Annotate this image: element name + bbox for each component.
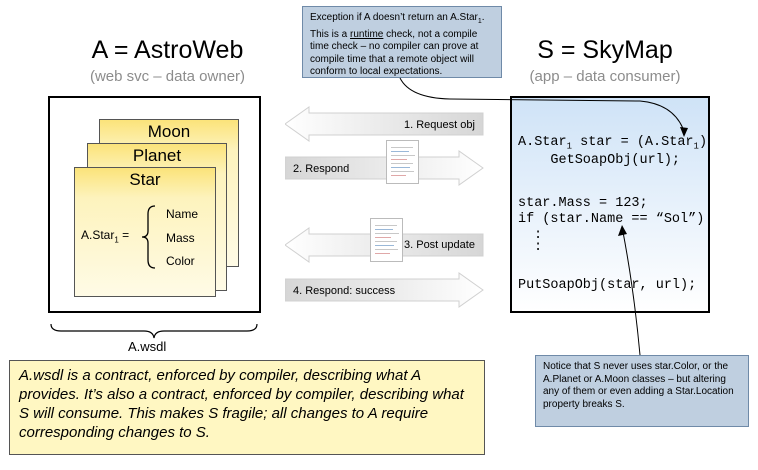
- code-line-2: GetSoapObj(url);: [518, 153, 681, 168]
- response-document-icon: [386, 140, 419, 184]
- post-update-arrow-label: 3. Post update: [404, 239, 475, 251]
- field-brace: [141, 205, 156, 269]
- success-arrow-label: 4. Respond: success: [293, 285, 396, 297]
- star-type-label: A.Star1 =: [81, 228, 130, 245]
- star-card-title: Star: [129, 170, 161, 189]
- astroweb-subtitle: (web svc – data owner): [89, 68, 246, 85]
- moon-card-title: Moon: [147, 122, 191, 141]
- code-line-7: PutSoapObj(star, url);: [518, 278, 697, 293]
- skymap-title: S = SkyMap: [537, 36, 673, 64]
- wsdl-label: A.wsdl: [128, 339, 167, 354]
- astroweb-panel: Moon Planet Star A.Star1 = Name Mass Col…: [48, 96, 261, 313]
- field-mass: Mass: [166, 231, 195, 245]
- fragility-note: Notice that S never uses star.Color, or …: [535, 355, 749, 427]
- respond-arrow-label: 2. Respond: [293, 163, 350, 175]
- skymap-code-panel: A.Star1 star = (A.Star1) GetSoapObj(url)…: [510, 96, 710, 313]
- request-arrow-label: 1. Request obj: [404, 119, 475, 131]
- update-document-icon: [370, 218, 403, 262]
- code-line-3: star.Mass = 123;: [518, 196, 648, 211]
- code-line-1: A.Star1 star = (A.Star1): [518, 135, 708, 152]
- skymap-subtitle: (app – data consumer): [529, 68, 681, 85]
- code-line-6: :: [534, 240, 543, 255]
- field-name: Name: [166, 207, 199, 221]
- code-line-4: if (star.Name == “Sol”): [518, 212, 705, 227]
- field-color: Color: [166, 254, 195, 268]
- astroweb-title: A = AstroWeb: [91, 36, 244, 64]
- planet-card-title: Planet: [132, 146, 182, 165]
- wsdl-brace: [50, 323, 258, 339]
- summary-box: A.wsdl is a contract, enforced by compil…: [9, 360, 485, 455]
- runtime-check-note: Exception if A doesn’t return an A.Star1…: [302, 6, 502, 78]
- star-card: Star A.Star1 = Name Mass Color: [74, 167, 216, 297]
